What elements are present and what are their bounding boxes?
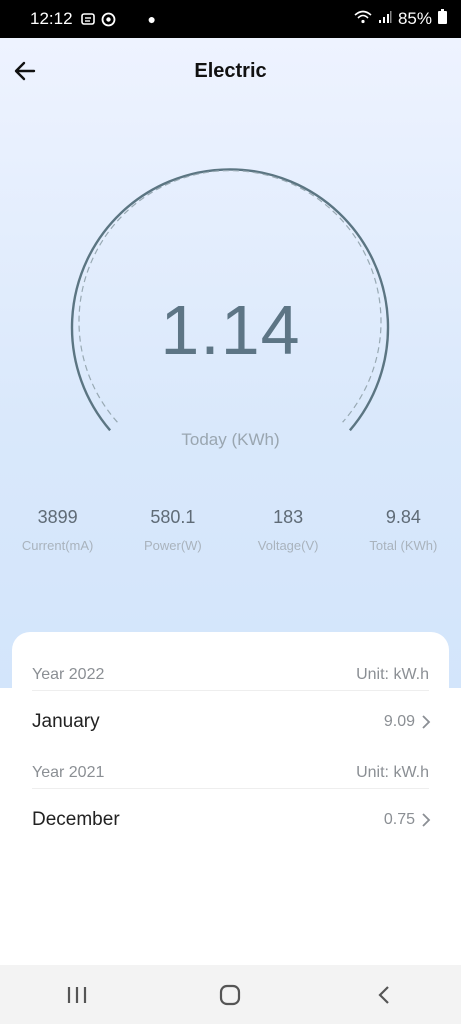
battery-icon [438,9,447,29]
month-row-december[interactable]: December 0.75 [32,800,431,840]
app-notification-icon [101,12,116,27]
notification-dot-icon: ● [147,11,157,27]
year-label: Year 2022 [32,666,105,683]
stat-label: Total (KWh) [369,538,438,553]
stat-voltage: 183 Voltage(V) [231,507,346,553]
status-time: 12:12 [30,9,73,28]
home-icon [220,984,241,1005]
stats-row: 3899 Current(mA) 580.1 Power(W) 183 Volt… [0,507,461,553]
month-value: 9.09 [383,713,415,730]
system-back-button[interactable] [354,975,414,1015]
signal-icon [378,9,392,29]
stat-total: 9.84 Total (KWh) [346,507,461,553]
chevron-right-icon [422,715,431,729]
year-label: Year 2021 [32,764,105,781]
recent-apps-icon [67,986,86,1003]
system-nav-bar [0,965,461,1024]
battery-percent: 85% [397,9,432,28]
month-value-group: 9.09 [384,713,431,731]
stat-label: Voltage(V) [257,538,319,553]
home-button[interactable] [200,975,260,1015]
message-icon [80,12,95,26]
wifi-icon [354,9,372,29]
month-name: December [32,809,120,830]
stat-current: 3899 Current(mA) [0,507,115,553]
stat-value: 580.1 [150,507,196,527]
stat-label: Power(W) [143,538,202,553]
year-header-2021: Year 2021 Unit: kW.h [32,758,429,789]
history-card: Year 2022 Unit: kW.h January 9.09 Year 2… [12,632,449,952]
stat-value: 183 [273,507,304,527]
stat-value: 3899 [37,507,78,527]
month-row-january[interactable]: January 9.09 [32,702,431,742]
stat-value: 9.84 [385,507,421,527]
recent-apps-button[interactable] [47,975,107,1015]
today-value: 1.14 [160,291,301,369]
chevron-right-icon [422,813,431,827]
status-right: 85% [354,9,447,29]
unit-label: Unit: kW.h [356,764,429,781]
month-value-group: 0.75 [384,811,431,829]
stat-label: Current(mA) [21,538,94,553]
top-bar: Electric [0,38,461,106]
today-label: Today (KWh) [181,430,280,449]
page-title: Electric [194,60,267,82]
year-header-2022: Year 2022 Unit: kW.h [32,660,429,691]
unit-label: Unit: kW.h [356,666,429,683]
month-name: January [32,711,100,732]
chevron-left-icon [378,985,389,1004]
stat-power: 580.1 Power(W) [115,507,230,553]
month-value: 0.75 [383,811,415,828]
status-bar: 12:12 ● 85% [0,0,461,38]
